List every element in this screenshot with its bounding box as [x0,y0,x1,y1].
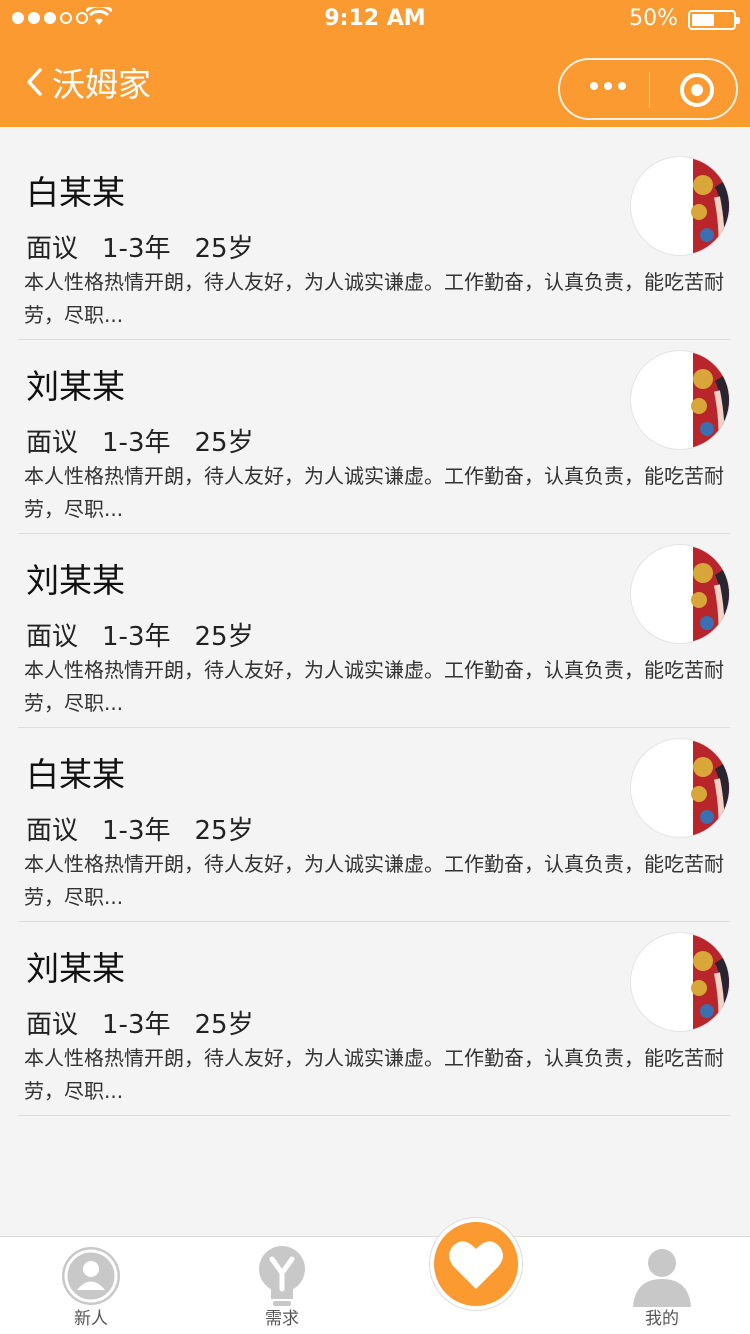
candidate-intro: 本人性格热情开朗，待人友好，为人诚实谦虚。工作勤奋，认真负责，能吃苦耐劳，尽职.… [24,1046,724,1103]
avatar [630,544,730,644]
tab-label: 需求 [265,1309,299,1329]
age: 25岁 [194,1010,254,1040]
avatar [630,932,730,1032]
experience: 1-3年 [102,816,171,846]
list-item[interactable]: 刘某某 面议 1-3年 25岁 本人性格热情开朗，待人友好，为人诚实谦虚。工作勤… [18,922,730,1116]
list-item[interactable]: 刘某某 面议 1-3年 25岁 本人性格热情开朗，待人友好，为人诚实谦虚。工作勤… [18,534,730,728]
salary: 面议 [26,1010,79,1040]
avatar [630,156,730,256]
chevron-left-icon [27,68,42,96]
top-bar: 9:12 AM 50% 沃姆家 [0,0,750,127]
salary: 面议 [26,234,79,264]
experience: 1-3年 [102,622,171,652]
experience: 1-3年 [102,234,171,264]
candidate-name: 白某某 [26,755,125,794]
tab-mine[interactable]: 我的 [602,1237,722,1334]
more-icon[interactable] [590,82,626,90]
tab-demand[interactable]: 需求 [222,1237,342,1334]
age: 25岁 [194,234,254,264]
candidate-intro: 本人性格热情开朗，待人友好，为人诚实谦虚。工作勤奋，认真负责，能吃苦耐劳，尽职.… [24,852,724,909]
salary: 面议 [26,428,79,458]
person-icon [62,1247,120,1305]
avatar [630,738,730,838]
heart-icon [449,1241,503,1289]
candidate-meta: 面议 1-3年 25岁 [26,1004,254,1041]
candidate-meta: 面议 1-3年 25岁 [26,228,254,265]
battery-icon [688,10,740,30]
status-bar: 9:12 AM 50% [0,0,750,40]
avatar [630,350,730,450]
close-target-icon[interactable] [680,73,714,107]
user-icon [633,1249,691,1307]
experience: 1-3年 [102,428,171,458]
tab-label: 我的 [645,1309,679,1329]
candidate-meta: 面议 1-3年 25岁 [26,810,254,847]
tab-newcomers[interactable]: 新人 [31,1237,151,1334]
candidate-meta: 面议 1-3年 25岁 [26,422,254,459]
age: 25岁 [194,622,254,652]
candidate-name: 刘某某 [26,561,125,600]
age: 25岁 [194,428,254,458]
candidate-list: 白某某 面议 1-3年 25岁 本人性格热情开朗，待人友好，为人诚实谦虚。工作勤… [18,146,730,1116]
candidate-intro: 本人性格热情开朗，待人友好，为人诚实谦虚。工作勤奋，认真负责，能吃苦耐劳，尽职.… [24,658,724,715]
nav-bar: 沃姆家 [0,40,750,127]
favorites-button[interactable] [430,1218,522,1310]
candidate-name: 白某某 [26,173,125,212]
page-title: 沃姆家 [52,65,151,104]
bulb-icon [259,1246,305,1306]
tab-bar: 新人 需求 我的 [0,1236,750,1334]
capsule-divider [649,72,650,108]
experience: 1-3年 [102,1010,171,1040]
candidate-intro: 本人性格热情开朗，待人友好，为人诚实谦虚。工作勤奋，认真负责，能吃苦耐劳，尽职.… [24,464,724,521]
salary: 面议 [26,816,79,846]
tab-label: 新人 [74,1309,108,1329]
list-item[interactable]: 白某某 面议 1-3年 25岁 本人性格热情开朗，待人友好，为人诚实谦虚。工作勤… [18,146,730,340]
list-item[interactable]: 白某某 面议 1-3年 25岁 本人性格热情开朗，待人友好，为人诚实谦虚。工作勤… [18,728,730,922]
back-button[interactable]: 沃姆家 [26,58,151,106]
candidate-name: 刘某某 [26,367,125,406]
mini-program-capsule [558,58,738,120]
salary: 面议 [26,622,79,652]
list-item[interactable]: 刘某某 面议 1-3年 25岁 本人性格热情开朗，待人友好，为人诚实谦虚。工作勤… [18,340,730,534]
battery-percent: 50% [629,6,678,31]
candidate-intro: 本人性格热情开朗，待人友好，为人诚实谦虚。工作勤奋，认真负责，能吃苦耐劳，尽职.… [24,270,724,327]
candidate-meta: 面议 1-3年 25岁 [26,616,254,653]
age: 25岁 [194,816,254,846]
candidate-name: 刘某某 [26,949,125,988]
